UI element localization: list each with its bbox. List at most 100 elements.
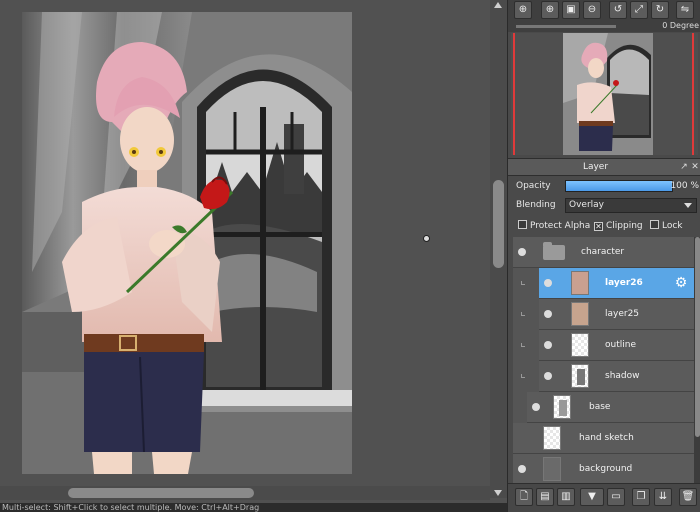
opacity-slider[interactable] (565, 180, 673, 192)
scroll-down-arrow-icon[interactable] (494, 490, 502, 496)
zoom-out-icon[interactable]: ⊖ (583, 1, 601, 19)
opacity-row: Opacity 100 % (508, 178, 700, 194)
horizontal-scroll-thumb[interactable] (68, 488, 254, 498)
layer-name: character (581, 247, 625, 257)
navigator-toolbar: ⊕ ⊕ ▣ ⊖ ↺ ⤢ ↻ ⇋ (508, 0, 700, 20)
navigator-view-right-edge (692, 33, 694, 155)
layer-row-base[interactable]: base (527, 392, 694, 423)
blending-mode-dropdown[interactable]: Overlay (565, 198, 697, 213)
layer-thumbnail (543, 457, 561, 481)
eye-icon[interactable] (532, 403, 540, 411)
scroll-up-arrow-icon[interactable] (494, 2, 502, 8)
lock-checkbox[interactable] (650, 220, 659, 229)
layer-row-character[interactable]: character (513, 237, 694, 268)
canvas-vertical-scrollbar[interactable] (490, 0, 507, 498)
layer-scroll-thumb[interactable] (695, 237, 700, 437)
layer-thumbnail (543, 426, 561, 450)
clipping-link-icon (521, 343, 525, 347)
layer-name: base (589, 402, 611, 412)
lock-label: Lock (662, 221, 683, 231)
new-folder-icon[interactable]: ▭ (607, 488, 625, 506)
blending-label: Blending (516, 200, 556, 210)
eye-icon[interactable] (544, 372, 552, 380)
layer-name: hand sketch (579, 433, 634, 443)
folder-icon (543, 242, 565, 260)
clipping-link-icon (521, 312, 525, 316)
opacity-label: Opacity (516, 181, 551, 191)
layer-name: layer26 (605, 278, 643, 288)
eye-icon[interactable] (544, 310, 552, 318)
artwork-canvas[interactable] (22, 12, 352, 474)
layer-thumbnail (571, 333, 589, 357)
clipping-label: Clipping (606, 221, 643, 231)
new-layer-icon[interactable]: 🗋 (515, 488, 533, 506)
layer-thumbnail (571, 271, 589, 295)
rotation-slider[interactable] (516, 25, 616, 28)
status-bar: Multi-select: Shift+Click to select mult… (0, 503, 507, 512)
navigator-thumbnail (563, 33, 653, 155)
brush-cursor (423, 235, 430, 242)
layer-thumbnail (571, 364, 589, 388)
layer-options-row: Protect Alpha ✕ Clipping Lock (508, 219, 700, 234)
opacity-slider-fill (566, 181, 672, 191)
rotation-label: 0 Degree (662, 21, 699, 30)
layer-thumbnail (571, 302, 589, 326)
new-halftone-layer-icon[interactable]: ▤ (536, 488, 554, 506)
right-panel: ⊕ ⊕ ▣ ⊖ ↺ ⤢ ↻ ⇋ 0 Degree Layer ↗ ✕ Opaci… (507, 0, 700, 512)
flip-icon[interactable]: ⇋ (676, 1, 694, 19)
layer-panel-title: Layer (582, 162, 609, 172)
fullscreen-icon[interactable]: ⤢ (630, 1, 648, 19)
delete-layer-icon[interactable]: 🗑 (679, 488, 697, 506)
protect-alpha-option[interactable]: Protect Alpha (518, 219, 590, 234)
layer-row-layer25[interactable]: layer25 (521, 299, 694, 330)
layer-thumbnail (553, 395, 571, 419)
opacity-value: 100 % (670, 181, 699, 191)
lock-option[interactable]: Lock (650, 219, 683, 234)
duplicate-layer-icon[interactable]: ❐ (632, 488, 650, 506)
rotate-left-icon[interactable]: ↺ (609, 1, 627, 19)
layer-toolbar: 🗋 ▤ ▥ ▼ ▭ ❐ ⇊ 🗑 (508, 483, 700, 512)
rotation-row: 0 Degree (508, 20, 700, 32)
blending-row: Blending Overlay (508, 197, 700, 214)
protect-alpha-checkbox[interactable] (518, 220, 527, 229)
clipping-checkbox[interactable]: ✕ (594, 222, 603, 231)
canvas-area[interactable] (0, 0, 507, 503)
fit-window-icon[interactable]: ▣ (562, 1, 580, 19)
eye-icon[interactable] (518, 248, 526, 256)
eye-icon[interactable] (518, 465, 526, 473)
gear-icon[interactable]: ⚙ (673, 275, 689, 291)
layer-row-shadow[interactable]: shadow (521, 361, 694, 392)
eye-icon[interactable] (544, 279, 552, 287)
merge-down-icon[interactable]: ⇊ (654, 488, 672, 506)
zoom-in-icon[interactable]: ⊕ (541, 1, 559, 19)
navigator-view-left-edge (513, 33, 515, 155)
rotate-right-icon[interactable]: ↻ (651, 1, 669, 19)
layer-row-hand-sketch[interactable]: hand sketch (513, 423, 694, 454)
layer-name: background (579, 464, 633, 474)
layer-name: layer25 (605, 309, 640, 319)
layer-row-background[interactable]: background (513, 454, 694, 483)
layer-list[interactable]: character layer26 ⚙ layer25 outline shad… (513, 237, 694, 483)
layer-row-layer26[interactable]: layer26 ⚙ (521, 268, 694, 299)
new-1bit-layer-icon[interactable]: ▥ (557, 488, 575, 506)
blending-mode-value: Overlay (569, 200, 604, 210)
artwork-illustration (22, 12, 352, 474)
undock-icon[interactable]: ↗ (679, 162, 689, 172)
layer-list-scrollbar[interactable] (694, 237, 700, 483)
layer-row-outline[interactable]: outline (521, 330, 694, 361)
navigator-artwork-preview (563, 33, 653, 155)
vertical-scroll-thumb[interactable] (493, 180, 504, 268)
clipping-option[interactable]: ✕ Clipping (594, 219, 643, 234)
clipping-link-icon (521, 374, 525, 378)
zoom-fit-icon[interactable]: ⊕ (514, 1, 532, 19)
canvas-horizontal-scrollbar[interactable] (0, 486, 490, 500)
layer-name: shadow (605, 371, 640, 381)
layer-name: outline (605, 340, 636, 350)
layer-panel-header: Layer ↗ ✕ (508, 158, 700, 176)
chevron-down-icon (684, 203, 692, 208)
eye-icon[interactable] (544, 341, 552, 349)
add-special-layer-icon[interactable]: ▼ (580, 488, 604, 506)
close-icon[interactable]: ✕ (690, 162, 700, 172)
navigator-preview[interactable] (511, 33, 698, 155)
protect-alpha-label: Protect Alpha (530, 221, 591, 231)
